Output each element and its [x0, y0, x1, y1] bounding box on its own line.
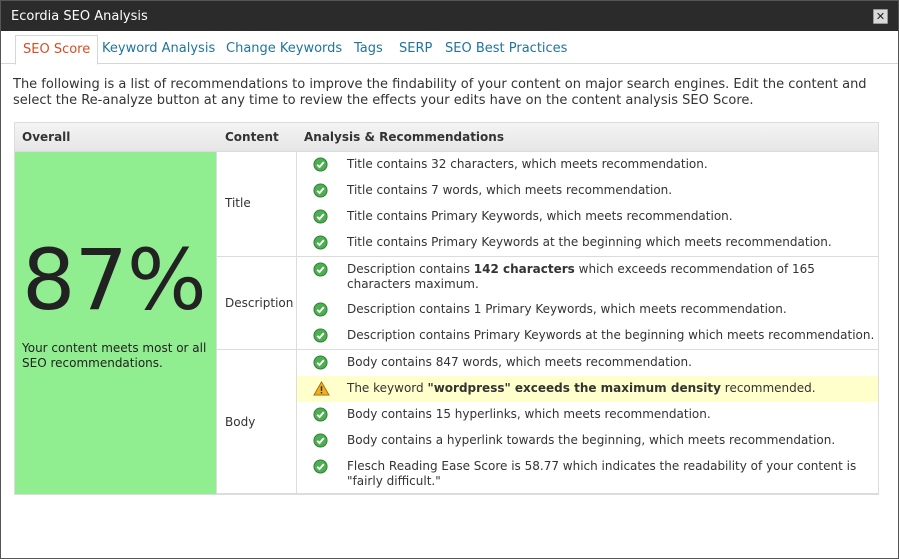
- recommendation-row: Description contains 142 characters whic…: [297, 257, 878, 297]
- recommendation-group-body: Body contains 847 words, which meets rec…: [297, 350, 878, 494]
- content-label: Description: [225, 296, 294, 310]
- recommendation-group-description: Description contains 142 characters whic…: [297, 257, 878, 350]
- recommendation-row: Title contains 7 words, which meets reco…: [297, 178, 878, 204]
- tab-tags[interactable]: Tags: [347, 35, 390, 64]
- recommendation-text: Description contains Primary Keywords at…: [347, 328, 875, 342]
- check-circle-icon: [313, 433, 328, 452]
- content-label: Title: [225, 196, 251, 210]
- recommendation-text: The keyword "wordpress" exceeds the maxi…: [347, 381, 816, 395]
- recommendation-text: Description contains 1 Primary Keywords,…: [347, 302, 787, 316]
- recommendation-row: Body contains a hyperlink towards the be…: [297, 428, 878, 454]
- tab-change-keywords[interactable]: Change Keywords: [219, 35, 349, 64]
- close-icon[interactable]: ✕: [873, 8, 888, 24]
- recommendation-row: Title contains 32 characters, which meet…: [297, 152, 878, 178]
- recommendation-text: Body contains a hyperlink towards the be…: [347, 433, 836, 447]
- content-cell-body: Body: [217, 350, 297, 494]
- recommendation-row: Description contains Primary Keywords at…: [297, 323, 878, 350]
- table-header: Overall Content Analysis & Recommendatio…: [15, 123, 878, 152]
- content-cell-title: Title: [217, 152, 297, 257]
- recommendation-text: Flesch Reading Ease Score is 58.77 which…: [347, 459, 857, 488]
- header-content: Content: [225, 130, 279, 144]
- recommendation-text: Body contains 15 hyperlinks, which meets…: [347, 407, 711, 421]
- recommendation-text: Title contains 7 words, which meets reco…: [347, 183, 673, 197]
- seo-analysis-window: Ecordia SEO Analysis ✕ SEO Score Keyword…: [0, 0, 899, 559]
- tab-seo-best-practices[interactable]: SEO Best Practices: [438, 35, 574, 64]
- analysis-table: Overall Content Analysis & Recommendatio…: [14, 122, 879, 495]
- recommendation-row: Title contains Primary Keywords at the b…: [297, 230, 878, 257]
- intro-text: The following is a list of recommendatio…: [13, 77, 867, 108]
- tab-seo-score[interactable]: SEO Score: [15, 35, 99, 65]
- check-circle-icon: [313, 459, 328, 478]
- check-circle-icon: [313, 262, 328, 281]
- recommendation-text: Title contains 32 characters, which meet…: [347, 157, 708, 171]
- warning-triangle-icon: [313, 380, 330, 400]
- header-overall: Overall: [22, 130, 71, 144]
- recommendation-row: Body contains 15 hyperlinks, which meets…: [297, 402, 878, 428]
- check-circle-icon: [313, 183, 328, 202]
- overall-score-cell: 87% Your content meets most or all SEO r…: [15, 152, 217, 494]
- tab-keyword-analysis[interactable]: Keyword Analysis: [95, 35, 222, 64]
- window-title: Ecordia SEO Analysis: [11, 8, 148, 24]
- overall-score: 87%: [22, 231, 207, 329]
- recommendation-row: Title contains Primary Keywords, which m…: [297, 204, 878, 230]
- check-circle-icon: [313, 355, 328, 374]
- window-titlebar: Ecordia SEO Analysis ✕: [1, 1, 898, 31]
- check-circle-icon: [313, 209, 328, 228]
- header-analysis: Analysis & Recommendations: [304, 130, 504, 144]
- content-cell-description: Description: [217, 257, 297, 350]
- tab-serp[interactable]: SERP: [392, 35, 439, 64]
- recommendation-row: Flesch Reading Ease Score is 58.77 which…: [297, 454, 878, 494]
- recommendation-row: Body contains 847 words, which meets rec…: [297, 350, 878, 376]
- recommendation-row: Description contains 1 Primary Keywords,…: [297, 297, 878, 323]
- recommendation-text: Title contains Primary Keywords at the b…: [347, 235, 832, 249]
- content-label: Body: [225, 415, 256, 429]
- score-summary: Your content meets most or all SEO recom…: [22, 341, 207, 370]
- check-circle-icon: [313, 235, 328, 254]
- recommendation-group-title: Title contains 32 characters, which meet…: [297, 152, 878, 257]
- recommendation-row: The keyword "wordpress" exceeds the maxi…: [297, 376, 878, 402]
- check-circle-icon: [313, 328, 328, 347]
- check-circle-icon: [313, 302, 328, 321]
- tab-bar: SEO Score Keyword Analysis Change Keywor…: [1, 31, 898, 65]
- recommendation-text: Title contains Primary Keywords, which m…: [347, 209, 733, 223]
- check-circle-icon: [313, 407, 328, 426]
- check-circle-icon: [313, 157, 328, 176]
- recommendation-text: Description contains 142 characters whic…: [347, 262, 815, 291]
- recommendation-text: Body contains 847 words, which meets rec…: [347, 355, 692, 369]
